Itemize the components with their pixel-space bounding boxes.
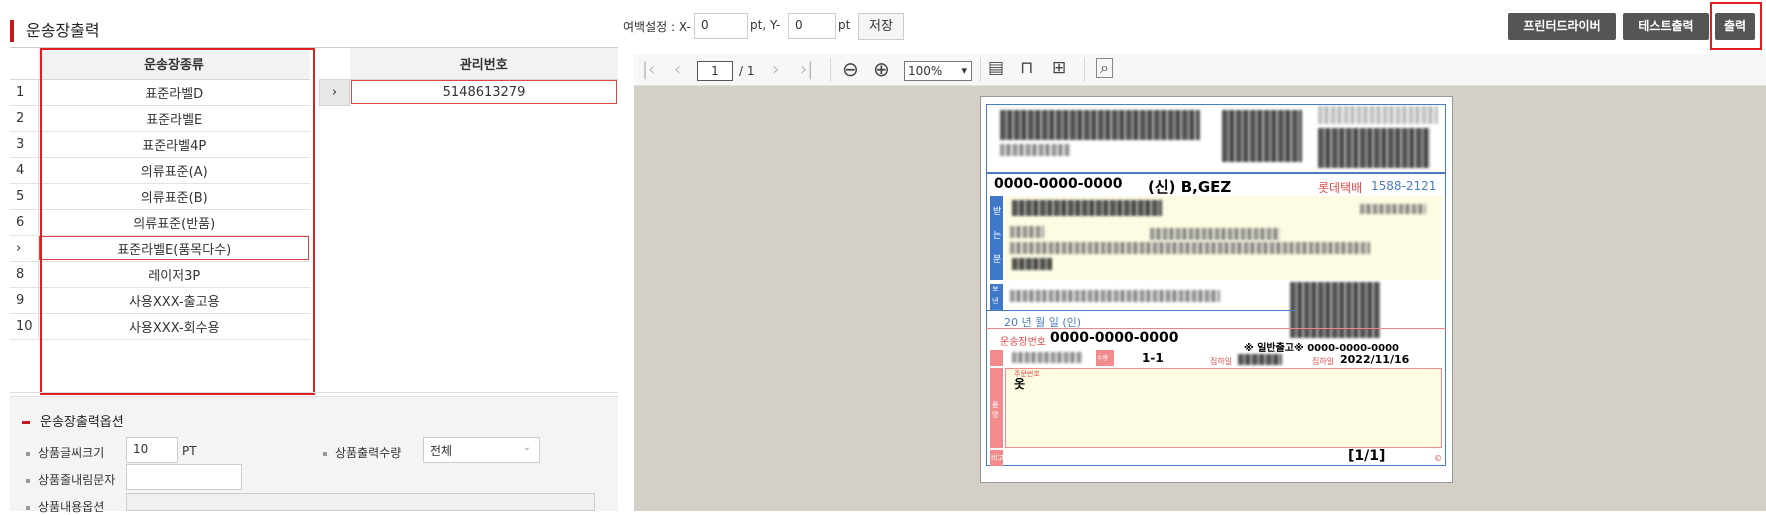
sender-side-label: 보낸분: [992, 285, 999, 317]
selected-row-indicator: ›: [319, 78, 350, 106]
zoom-select[interactable]: 100% ▾: [904, 61, 972, 81]
toolbar-divider: [830, 58, 831, 82]
page-add-icon[interactable]: ⊞: [1052, 58, 1066, 78]
next-page-icon[interactable]: ›: [772, 59, 779, 80]
blurred-text: [1012, 258, 1052, 270]
blurred-text: [1000, 144, 1070, 156]
copyright-icon: ©: [1434, 454, 1442, 463]
font-size-input[interactable]: 10: [126, 437, 178, 463]
first-page-icon[interactable]: |‹: [642, 59, 655, 80]
selected-row-indicator: ›: [10, 235, 39, 262]
margin-y-unit: pt: [838, 18, 851, 32]
blurred-text: [1150, 228, 1280, 240]
item-name: 옷: [1014, 377, 1026, 391]
receiver-name-top: (신) B,GEZ: [1148, 178, 1232, 196]
blurred-barcode: [1290, 282, 1380, 338]
general-shipping-code: ※ 일반출고※ 0000-0000-0000: [1244, 343, 1400, 354]
qty-side-label: 수량: [1097, 355, 1109, 362]
note-side-label: 비고: [991, 454, 1004, 462]
chevron-down-icon: ▾: [961, 64, 967, 77]
receiver-phone: 0000-0000-0000: [994, 176, 1123, 192]
printer-driver-button[interactable]: 프린터드라이버: [1508, 13, 1616, 40]
row-number: 4: [10, 157, 39, 184]
chevron-down-icon: ⌄: [522, 442, 531, 453]
management-number-value[interactable]: 5148613279: [349, 79, 618, 105]
pickup-label: 집하일: [1210, 357, 1233, 366]
row-number: 10: [10, 313, 39, 340]
blurred-text: [1360, 204, 1426, 214]
blurred-sort-code: [1318, 128, 1430, 168]
blurred-text: [1238, 354, 1282, 365]
page-mark: [1/1]: [1348, 448, 1386, 464]
row-number: 1: [10, 79, 39, 106]
row-number: 5: [10, 183, 39, 210]
margin-y-input[interactable]: 0: [788, 13, 836, 39]
highlight-annotation-box: [40, 48, 315, 395]
blurred-text: [1010, 226, 1044, 238]
row-number: 2: [10, 105, 39, 132]
test-print-button[interactable]: 테스트출력: [1623, 13, 1709, 40]
linebreak-char-label: 상품줄내림문자: [26, 471, 115, 488]
carrier-phone: 1588-2121: [1371, 179, 1437, 193]
print-qty-label: 상품출력수량: [323, 444, 401, 461]
blurred-sender: [1010, 290, 1220, 302]
save-margin-button[interactable]: 저장: [858, 13, 904, 40]
page-view-icon[interactable]: ▤: [988, 58, 1004, 78]
margin-x-input[interactable]: 0: [694, 13, 748, 39]
print-options-title: 운송장출력옵션: [22, 411, 124, 430]
package-count: 1-1: [1142, 351, 1164, 365]
row-number: 6: [10, 209, 39, 236]
content-option-input[interactable]: [126, 493, 595, 511]
page-width-icon[interactable]: ⊓: [1020, 58, 1033, 78]
row-indicator-header: [319, 48, 350, 80]
blurred-barcode: [1222, 110, 1302, 162]
inquiry-side-bar: [990, 350, 1003, 366]
font-size-unit: PT: [182, 444, 197, 458]
pickup-date: 2022/11/16: [1340, 353, 1410, 366]
search-icon[interactable]: ⌕: [1096, 58, 1113, 78]
receiver-side-label: 받는분: [993, 207, 1002, 265]
label-divider: [986, 310, 1296, 311]
toolbar-divider: [1084, 58, 1085, 82]
print-qty-select[interactable]: 전체 ⌄: [423, 437, 540, 463]
last-page-icon[interactable]: ›|: [800, 59, 813, 80]
table-row[interactable]: › 5148613279: [319, 78, 618, 106]
management-number-table: 관리번호 › 5148613279: [319, 48, 618, 106]
page-number-input[interactable]: 1: [697, 61, 733, 81]
management-number-header: 관리번호: [349, 48, 618, 80]
carrier-name: 롯데택배: [1318, 181, 1363, 195]
highlight-annotation-box: [1710, 2, 1762, 50]
content-option-label: 상품내용옵션: [26, 498, 104, 515]
blurred-receiver-name: [1012, 200, 1162, 216]
toolbar-divider: [980, 58, 981, 82]
label-divider: [986, 328, 1446, 329]
zoom-out-icon[interactable]: ⊖: [842, 57, 859, 81]
previous-page-icon[interactable]: ‹: [674, 59, 681, 80]
item-side-label: 품명: [992, 401, 999, 419]
blurred-notice-text: [1318, 106, 1438, 124]
blurred-text: [1012, 352, 1082, 363]
row-number: 9: [10, 287, 39, 314]
blurred-address-code: [1000, 110, 1200, 140]
page-title: 운송장출력: [10, 20, 100, 42]
linebreak-char-input[interactable]: [126, 464, 242, 490]
row-number-header: [10, 48, 38, 80]
pickup-date-label: 집하일: [1312, 357, 1335, 366]
page-total: / 1: [739, 64, 755, 78]
margin-x-unit: pt, Y-: [750, 18, 781, 32]
label-divider: [986, 172, 1446, 174]
row-number: 3: [10, 131, 39, 158]
zoom-in-icon[interactable]: ⊕: [873, 57, 890, 81]
item-box: [1005, 368, 1442, 448]
row-number: 8: [10, 261, 39, 288]
blurred-address: [1010, 242, 1370, 254]
margin-setting-label: 여백설정 : X-: [623, 20, 691, 34]
table-divider: [10, 392, 618, 393]
waybill-number-label: 운송장번호: [1000, 337, 1046, 348]
font-size-label: 상품글씨크기: [26, 444, 104, 461]
waybill-number: 0000-0000-0000: [1050, 330, 1179, 346]
